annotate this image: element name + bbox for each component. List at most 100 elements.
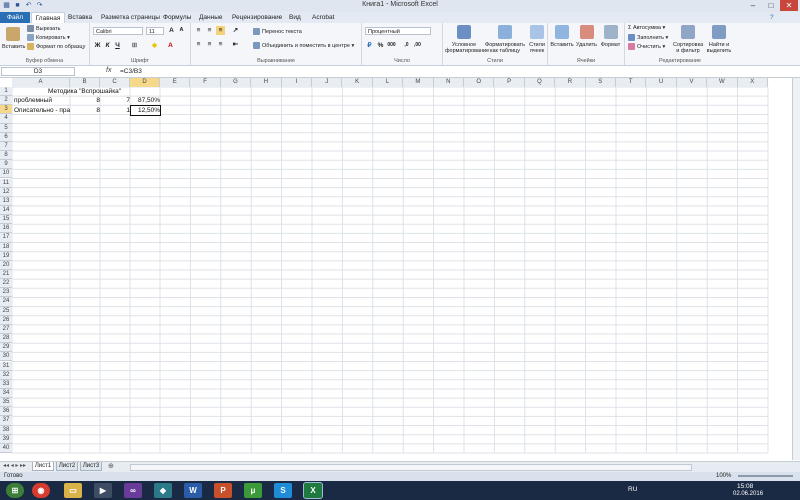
- excel-task-icon[interactable]: X: [303, 482, 323, 499]
- sheet-nav-icon[interactable]: ◂◂ ◂ ▸ ▸▸: [3, 462, 26, 469]
- tab-review[interactable]: Рецензирование: [232, 12, 282, 23]
- font-color-icon[interactable]: A: [166, 41, 175, 50]
- wrap-text-button[interactable]: Перенос текста: [253, 28, 302, 36]
- row-header-15[interactable]: 15: [0, 215, 12, 225]
- column-header-B[interactable]: B: [70, 78, 100, 87]
- tab-page-layout[interactable]: Разметка страницы: [101, 12, 160, 23]
- cell-styles-button[interactable]: Стили ячеек: [527, 23, 547, 57]
- align-middle-icon[interactable]: ≡: [205, 26, 214, 35]
- currency-icon[interactable]: ₽: [365, 41, 374, 50]
- cell-B3[interactable]: 8: [70, 106, 100, 115]
- column-header-X[interactable]: X: [737, 78, 768, 87]
- column-header-N[interactable]: N: [433, 78, 464, 87]
- zoom-slider[interactable]: [738, 475, 793, 477]
- column-header-S[interactable]: S: [585, 78, 616, 87]
- row-header-39[interactable]: 39: [0, 434, 12, 444]
- paste-button[interactable]: Вставить: [2, 25, 25, 55]
- align-right-icon[interactable]: ≡: [216, 40, 225, 49]
- sort-filter-button[interactable]: Сортировка и фильтр: [673, 23, 703, 57]
- cell-A3[interactable]: Описательно - пра: [14, 106, 71, 115]
- column-header-U[interactable]: U: [646, 78, 677, 87]
- indent-icon[interactable]: ⇤: [231, 40, 240, 49]
- new-sheet-icon[interactable]: ⊕: [108, 462, 114, 470]
- cell-A1[interactable]: Методика "Вспрошайка": [48, 87, 121, 96]
- percent-icon[interactable]: %: [376, 41, 385, 50]
- sheet-tab-1[interactable]: Лист1: [32, 462, 54, 471]
- column-header-L[interactable]: L: [372, 78, 404, 87]
- borders-icon[interactable]: ⊞: [130, 41, 139, 50]
- column-header-O[interactable]: O: [464, 78, 495, 87]
- vs-icon[interactable]: ∞: [124, 483, 142, 498]
- row-header-17[interactable]: 17: [0, 233, 12, 243]
- conditional-format-button[interactable]: Условное форматирование: [445, 23, 489, 57]
- column-header-W[interactable]: W: [707, 78, 738, 87]
- column-header-E[interactable]: E: [160, 78, 191, 87]
- row-header-19[interactable]: 19: [0, 251, 12, 261]
- chrome-icon[interactable]: ◉: [32, 483, 50, 498]
- clear-button[interactable]: Очистить ▾: [628, 43, 665, 51]
- merge-center-button[interactable]: Объединить и поместить в центре ▾: [253, 42, 354, 50]
- start-icon[interactable]: ⊞: [6, 483, 24, 498]
- row-header-32[interactable]: 32: [0, 370, 12, 380]
- cell-D2[interactable]: 87,50%: [131, 96, 160, 105]
- media-icon[interactable]: ▶: [94, 483, 112, 498]
- column-header-P[interactable]: P: [494, 78, 525, 87]
- help-icon[interactable]: ?: [770, 12, 774, 23]
- increase-font-icon[interactable]: A: [167, 26, 176, 35]
- cell-A2[interactable]: проблемный: [14, 96, 52, 105]
- powerpoint-icon[interactable]: P: [214, 483, 232, 498]
- font-name-select[interactable]: Calibri: [93, 27, 143, 35]
- format-as-table-button[interactable]: Форматировать как таблицу: [485, 23, 525, 57]
- row-header-34[interactable]: 34: [0, 388, 12, 399]
- skype-icon[interactable]: S: [274, 483, 292, 498]
- cell-C3[interactable]: 1: [100, 106, 130, 115]
- cell-D3-selected[interactable]: 12,50%: [130, 104, 161, 116]
- row-header-28[interactable]: 28: [0, 334, 12, 344]
- bold-button[interactable]: Ж: [93, 41, 102, 50]
- folder-icon[interactable]: ▭: [64, 483, 82, 498]
- name-box[interactable]: D3: [1, 67, 75, 76]
- row-header-23[interactable]: 23: [0, 288, 12, 298]
- app-icon[interactable]: ◆: [154, 483, 172, 498]
- find-select-button[interactable]: Найти и выделить: [705, 23, 733, 57]
- row-header-5[interactable]: 5: [0, 123, 12, 133]
- word-icon[interactable]: W: [184, 483, 202, 498]
- column-header-G[interactable]: G: [220, 78, 252, 87]
- column-header-J[interactable]: J: [312, 78, 343, 87]
- autosum-button[interactable]: Σ Автосумма ▾: [628, 25, 665, 32]
- row-header-20[interactable]: 20: [0, 260, 12, 270]
- cut-button[interactable]: Вырезать: [27, 25, 60, 33]
- row-header-3[interactable]: 3: [0, 105, 12, 115]
- fill-button[interactable]: Заполнить ▾: [628, 34, 668, 42]
- align-center-icon[interactable]: ≡: [205, 40, 214, 49]
- column-header-H[interactable]: H: [251, 78, 282, 87]
- row-header-21[interactable]: 21: [0, 270, 12, 280]
- close-icon[interactable]: ✕: [780, 0, 798, 11]
- row-header-26[interactable]: 26: [0, 315, 12, 325]
- orientation-icon[interactable]: ↗: [231, 26, 240, 35]
- tab-data[interactable]: Данные: [199, 12, 222, 23]
- sheet-tab-2[interactable]: Лист2: [56, 462, 78, 471]
- row-header-27[interactable]: 27: [0, 324, 12, 335]
- fill-color-icon[interactable]: ◆: [150, 41, 159, 50]
- copy-button[interactable]: Копировать ▾: [27, 34, 70, 42]
- tab-file[interactable]: Файл: [0, 12, 30, 23]
- column-header-A[interactable]: A: [12, 78, 70, 87]
- cell-B2[interactable]: 8: [70, 96, 100, 105]
- row-header-29[interactable]: 29: [0, 343, 12, 353]
- row-header-36[interactable]: 36: [0, 407, 12, 417]
- worksheet-grid[interactable]: ABCDEFGHIJKLMNOPQRSTUVWX 1 2 3 4 5 6 7 8 9 10 11 12…: [0, 78, 800, 460]
- number-format-select[interactable]: Процентный: [365, 27, 431, 35]
- sheet-tab-3[interactable]: Лист3: [80, 462, 102, 471]
- column-header-D[interactable]: D: [130, 78, 160, 87]
- row-header-31[interactable]: 31: [0, 361, 12, 371]
- underline-button[interactable]: Ч: [113, 41, 122, 50]
- column-header-I[interactable]: I: [281, 78, 312, 87]
- row-header-11[interactable]: 11: [0, 178, 12, 188]
- language-indicator[interactable]: RU: [628, 486, 637, 493]
- formula-input[interactable]: =C3/B3: [120, 67, 142, 76]
- decrease-font-icon[interactable]: A: [177, 26, 186, 35]
- align-bottom-icon[interactable]: ≡: [216, 26, 225, 35]
- tab-formulas[interactable]: Формулы: [163, 12, 191, 23]
- row-header-13[interactable]: 13: [0, 196, 12, 206]
